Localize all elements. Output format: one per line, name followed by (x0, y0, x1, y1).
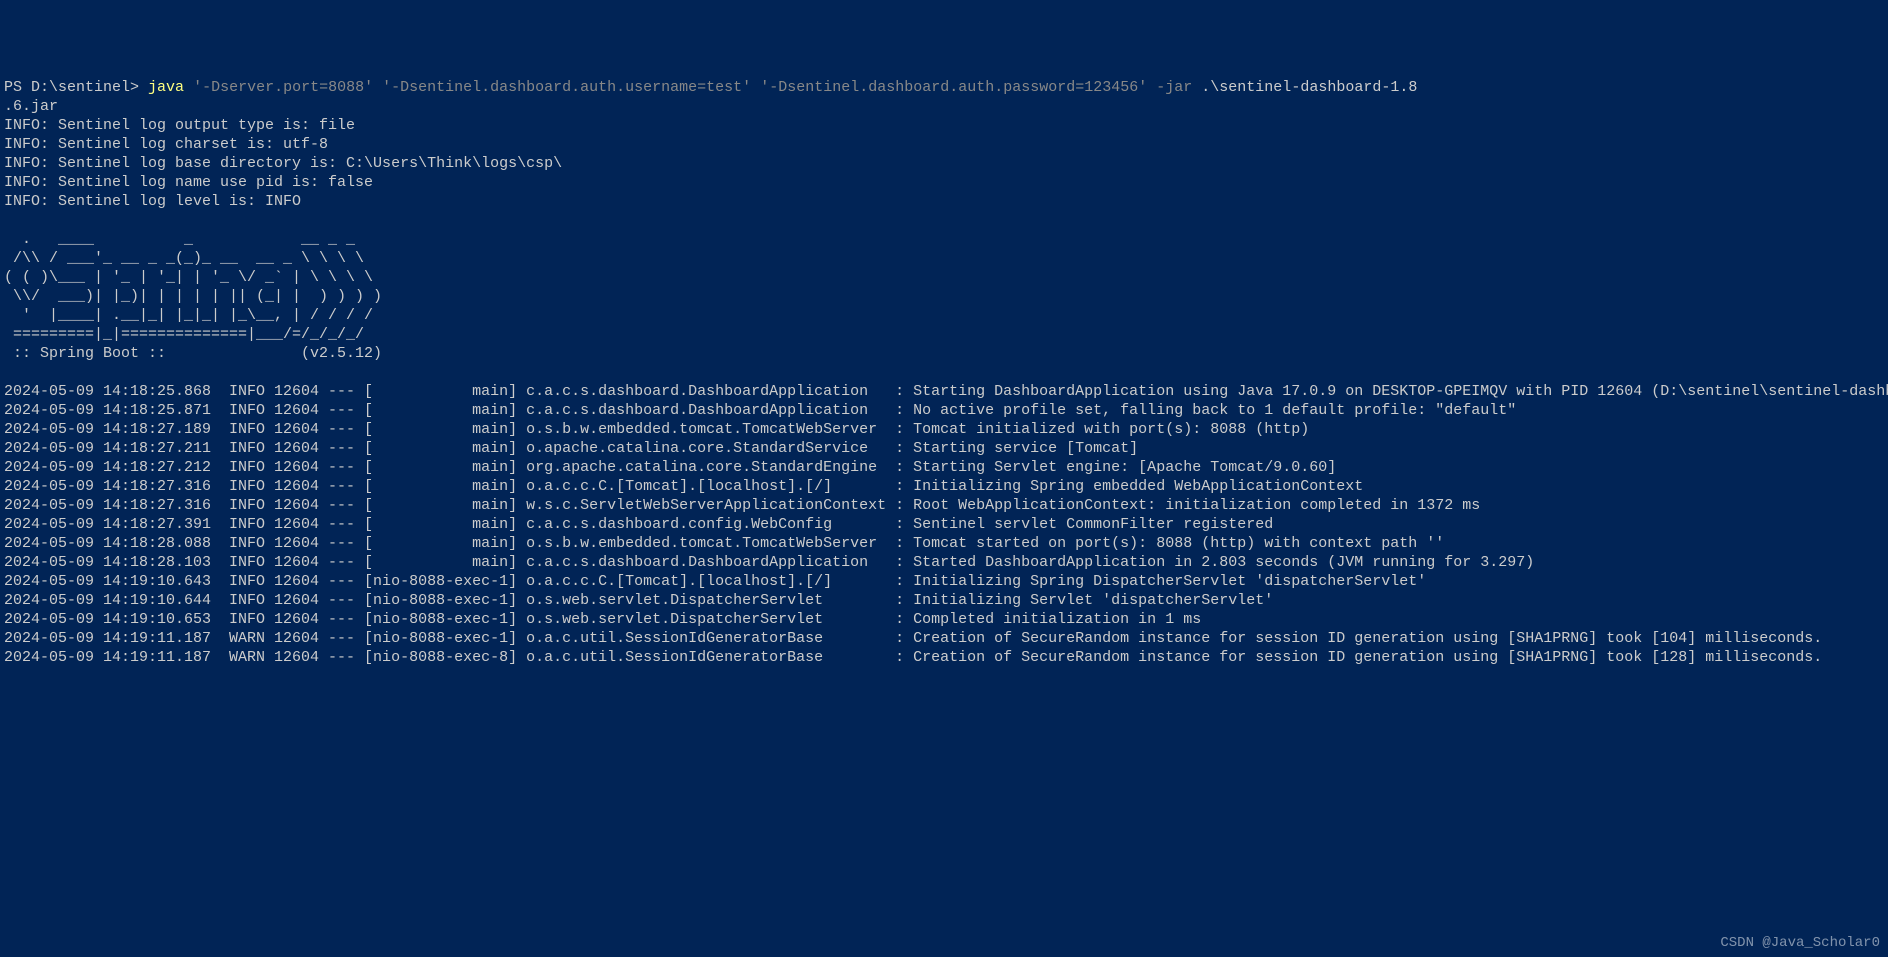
jar-flag: -jar (1156, 79, 1192, 96)
log-line-1: 2024-05-09 14:18:25.871 INFO 12604 --- [… (4, 402, 1516, 419)
csdn-watermark: CSDN @Java_Scholar0 (1720, 934, 1880, 953)
log-line-12: 2024-05-09 14:19:10.653 INFO 12604 --- [… (4, 611, 1201, 628)
jar-path-1: .\sentinel-dashboard-1.8 (1192, 79, 1417, 96)
info-line-1: INFO: Sentinel log charset is: utf-8 (4, 136, 328, 153)
info-line-0: INFO: Sentinel log output type is: file (4, 117, 355, 134)
arg-username: '-Dsentinel.dashboard.auth.username=test… (382, 79, 751, 96)
log-line-2: 2024-05-09 14:18:27.189 INFO 12604 --- [… (4, 421, 1309, 438)
log-line-6: 2024-05-09 14:18:27.316 INFO 12604 --- [… (4, 497, 1480, 514)
log-line-7: 2024-05-09 14:18:27.391 INFO 12604 --- [… (4, 516, 1273, 533)
arg-password: '-Dsentinel.dashboard.auth.password=1234… (760, 79, 1147, 96)
spring-boot-banner: . ____ _ __ _ _ /\\ / ___'_ __ _ _(_)_ _… (4, 231, 382, 362)
info-line-2: INFO: Sentinel log base directory is: C:… (4, 155, 562, 172)
command-prompt-line: PS D:\sentinel> java '-Dserver.port=8088… (4, 79, 1417, 115)
log-line-8: 2024-05-09 14:18:28.088 INFO 12604 --- [… (4, 535, 1444, 552)
ps-prompt: PS D:\sentinel> (4, 79, 148, 96)
arg-server-port: '-Dserver.port=8088' (193, 79, 373, 96)
log-line-14: 2024-05-09 14:19:11.187 WARN 12604 --- [… (4, 649, 1822, 666)
log-line-0: 2024-05-09 14:18:25.868 INFO 12604 --- [… (4, 383, 1888, 400)
jar-path-2: .6.jar (4, 98, 58, 115)
log-line-3: 2024-05-09 14:18:27.211 INFO 12604 --- [… (4, 440, 1138, 457)
terminal-window[interactable]: PS D:\sentinel> java '-Dserver.port=8088… (4, 78, 1884, 667)
log-line-13: 2024-05-09 14:19:11.187 WARN 12604 --- [… (4, 630, 1822, 647)
java-command: java (148, 79, 184, 96)
info-line-4: INFO: Sentinel log level is: INFO (4, 193, 301, 210)
info-line-3: INFO: Sentinel log name use pid is: fals… (4, 174, 373, 191)
log-line-9: 2024-05-09 14:18:28.103 INFO 12604 --- [… (4, 554, 1534, 571)
log-line-4: 2024-05-09 14:18:27.212 INFO 12604 --- [… (4, 459, 1336, 476)
log-line-5: 2024-05-09 14:18:27.316 INFO 12604 --- [… (4, 478, 1363, 495)
log-line-11: 2024-05-09 14:19:10.644 INFO 12604 --- [… (4, 592, 1273, 609)
log-line-10: 2024-05-09 14:19:10.643 INFO 12604 --- [… (4, 573, 1426, 590)
